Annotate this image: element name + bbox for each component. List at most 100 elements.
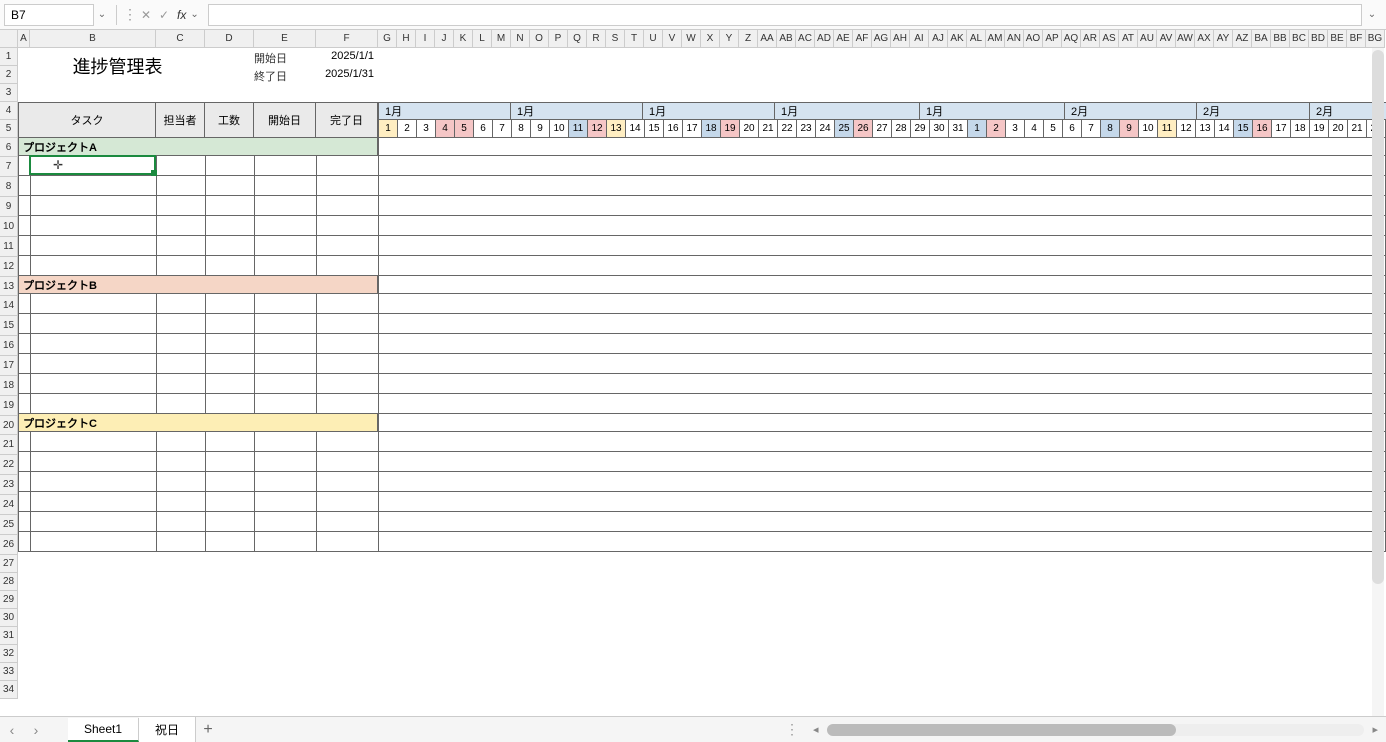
task-cell[interactable] (205, 471, 255, 492)
gantt-cell[interactable] (910, 413, 930, 432)
gantt-cell[interactable] (492, 413, 512, 432)
gantt-cell[interactable] (1024, 175, 1044, 196)
column-header[interactable]: L (473, 30, 492, 48)
gantt-cell[interactable] (1005, 413, 1025, 432)
gantt-cell[interactable] (872, 235, 892, 256)
gantt-cell[interactable] (1252, 353, 1272, 374)
gantt-cell[interactable] (1252, 451, 1272, 472)
gantt-cell[interactable] (1100, 393, 1120, 414)
gantt-cell[interactable] (796, 275, 816, 294)
formula-input[interactable] (208, 4, 1362, 26)
gantt-cell[interactable] (1309, 313, 1329, 334)
gantt-cell[interactable] (682, 255, 702, 276)
gantt-cell[interactable] (568, 155, 588, 176)
gantt-cell[interactable] (777, 511, 797, 532)
gantt-cell[interactable] (720, 255, 740, 276)
gantt-cell[interactable] (796, 235, 816, 256)
gantt-cell[interactable] (1024, 531, 1044, 552)
gantt-cell[interactable] (663, 275, 683, 294)
gantt-cell[interactable] (910, 491, 930, 512)
gantt-cell[interactable] (739, 511, 759, 532)
gantt-cell[interactable] (530, 235, 550, 256)
gantt-cell[interactable] (549, 373, 569, 394)
gantt-cell[interactable] (872, 155, 892, 176)
gantt-cell[interactable] (910, 293, 930, 314)
gantt-cell[interactable] (967, 333, 987, 354)
gantt-cell[interactable] (1271, 215, 1291, 236)
gantt-cell[interactable] (834, 413, 854, 432)
gantt-cell[interactable] (1138, 275, 1158, 294)
gantt-cell[interactable] (511, 491, 531, 512)
gantt-cell[interactable] (1043, 373, 1063, 394)
gantt-cell[interactable] (796, 353, 816, 374)
column-header[interactable]: U (644, 30, 663, 48)
gantt-cell[interactable] (530, 353, 550, 374)
gantt-cell[interactable] (378, 393, 398, 414)
gantt-cell[interactable] (872, 255, 892, 276)
gantt-cell[interactable] (682, 413, 702, 432)
gantt-cell[interactable] (891, 471, 911, 492)
gantt-cell[interactable] (834, 393, 854, 414)
gantt-cell[interactable] (511, 451, 531, 472)
gantt-cell[interactable] (1176, 255, 1196, 276)
column-header[interactable]: F (316, 30, 378, 48)
gantt-cell[interactable] (720, 275, 740, 294)
gantt-cell[interactable] (549, 431, 569, 452)
gantt-cell[interactable] (1138, 155, 1158, 176)
gantt-cell[interactable] (853, 491, 873, 512)
gantt-cell[interactable] (549, 451, 569, 472)
gantt-cell[interactable] (1271, 393, 1291, 414)
gantt-cell[interactable] (1214, 393, 1234, 414)
gantt-cell[interactable] (397, 195, 417, 216)
gantt-cell[interactable] (948, 175, 968, 196)
gantt-cell[interactable] (682, 491, 702, 512)
gantt-cell[interactable] (473, 471, 493, 492)
row-header[interactable]: 6 (0, 138, 18, 157)
gantt-cell[interactable] (1138, 137, 1158, 156)
column-header[interactable]: BB (1271, 30, 1290, 48)
gantt-cell[interactable] (682, 353, 702, 374)
gantt-cell[interactable] (853, 293, 873, 314)
gantt-cell[interactable] (435, 313, 455, 334)
column-header[interactable]: I (416, 30, 435, 48)
gantt-cell[interactable] (758, 353, 778, 374)
gantt-cell[interactable] (454, 195, 474, 216)
gantt-cell[interactable] (473, 353, 493, 374)
gantt-cell[interactable] (967, 293, 987, 314)
gantt-cell[interactable] (682, 137, 702, 156)
gantt-cell[interactable] (1100, 531, 1120, 552)
gantt-cell[interactable] (1347, 155, 1367, 176)
gantt-cell[interactable] (815, 275, 835, 294)
gantt-cell[interactable] (1233, 155, 1253, 176)
gantt-cell[interactable] (853, 531, 873, 552)
gantt-cell[interactable] (644, 313, 664, 334)
gantt-cell[interactable] (853, 353, 873, 374)
gantt-cell[interactable] (416, 393, 436, 414)
gantt-cell[interactable] (834, 471, 854, 492)
row-header[interactable]: 2 (0, 66, 18, 84)
gantt-cell[interactable] (1347, 373, 1367, 394)
gantt-cell[interactable] (891, 333, 911, 354)
gantt-cell[interactable] (967, 393, 987, 414)
gantt-cell[interactable] (853, 195, 873, 216)
gantt-cell[interactable] (644, 413, 664, 432)
gantt-cell[interactable] (1024, 293, 1044, 314)
gantt-cell[interactable] (644, 155, 664, 176)
gantt-cell[interactable] (758, 491, 778, 512)
gantt-cell[interactable] (587, 393, 607, 414)
gantt-cell[interactable] (1347, 137, 1367, 156)
row-header[interactable]: 10 (0, 217, 18, 237)
gantt-cell[interactable] (492, 393, 512, 414)
gantt-cell[interactable] (720, 511, 740, 532)
gantt-cell[interactable] (796, 431, 816, 452)
gantt-cell[interactable] (682, 215, 702, 236)
gantt-cell[interactable] (1157, 313, 1177, 334)
gantt-cell[interactable] (492, 313, 512, 334)
gantt-cell[interactable] (435, 531, 455, 552)
gantt-cell[interactable] (777, 195, 797, 216)
gantt-cell[interactable] (435, 175, 455, 196)
gantt-cell[interactable] (1214, 511, 1234, 532)
gantt-cell[interactable] (1290, 511, 1310, 532)
gantt-cell[interactable] (1233, 491, 1253, 512)
gantt-cell[interactable] (986, 451, 1006, 472)
